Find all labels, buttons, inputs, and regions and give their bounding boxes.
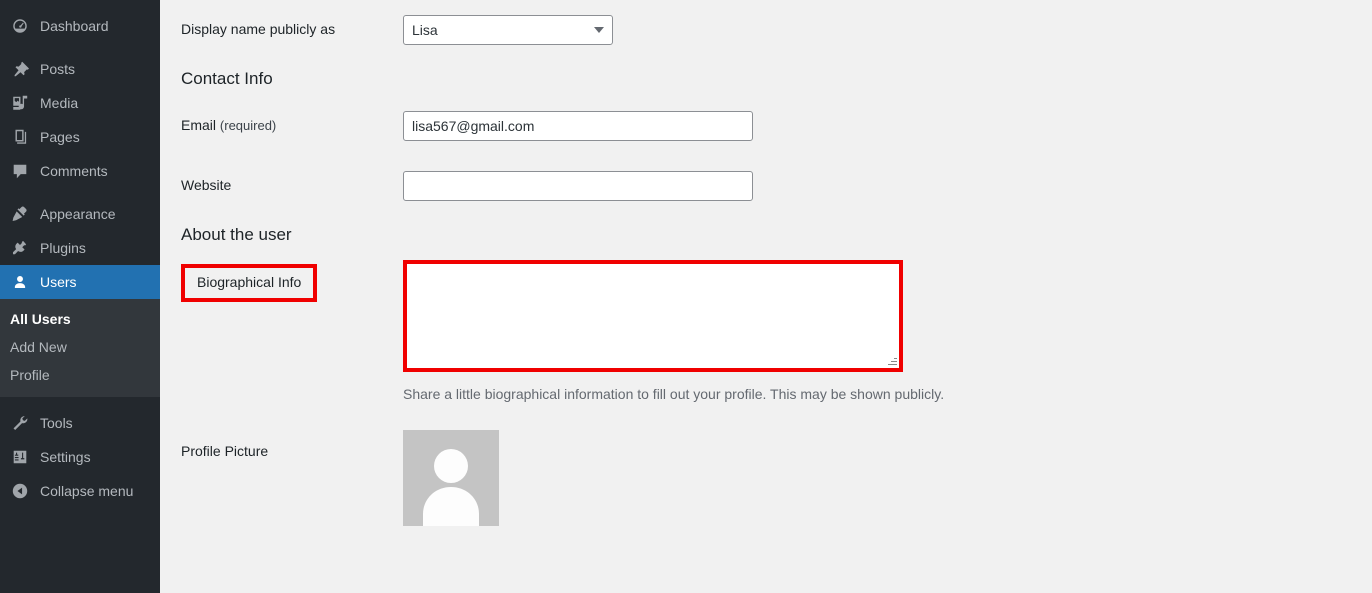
sidebar-item-label: Tools <box>40 415 73 431</box>
pages-icon <box>10 127 30 147</box>
sidebar-item-settings[interactable]: Settings <box>0 440 160 474</box>
website-field-cell <box>403 156 1372 216</box>
sidebar-item-label: Collapse menu <box>40 483 134 499</box>
display-name-select[interactable]: Lisa <box>403 15 613 45</box>
about-heading-spacer <box>403 216 1372 250</box>
biographical-info-label-cell: Biographical Info <box>181 250 403 420</box>
row-contact-info-heading: Contact Info <box>181 60 1372 96</box>
display-name-label: Display name publicly as <box>181 21 336 37</box>
sidebar-item-label: Comments <box>40 163 108 179</box>
avatar <box>403 430 499 527</box>
biographical-info-textarea-highlight <box>403 260 903 373</box>
sidebar-item-posts[interactable]: Posts <box>0 52 160 86</box>
about-heading-cell: About the user <box>181 216 403 250</box>
admin-sidebar: Dashboard Posts Media Pages Comments App… <box>0 0 168 593</box>
sidebar-item-label: Plugins <box>40 240 86 256</box>
users-icon <box>10 272 30 292</box>
contact-info-heading: Contact Info <box>181 69 273 88</box>
plugins-icon <box>10 238 30 258</box>
sidebar-item-plugins[interactable]: Plugins <box>0 231 160 265</box>
sidebar-item-label: Dashboard <box>40 18 109 34</box>
sidebar-item-label: Pages <box>40 129 80 145</box>
media-icon <box>10 93 30 113</box>
row-profile-picture: Profile Picture <box>181 420 1372 541</box>
default-avatar-icon <box>403 430 499 527</box>
tools-icon <box>10 413 30 433</box>
row-about-heading: About the user <box>181 216 1372 250</box>
sidebar-item-users[interactable]: Users <box>0 265 168 299</box>
comments-icon <box>10 161 30 181</box>
sidebar-gap-2 <box>0 188 160 197</box>
settings-icon <box>10 447 30 467</box>
submenu-item-add-new[interactable]: Add New <box>0 333 160 361</box>
profile-picture-label: Profile Picture <box>181 443 269 460</box>
sidebar-item-label: Users <box>40 274 77 290</box>
users-submenu: All Users Add New Profile <box>0 299 160 397</box>
dashboard-icon <box>10 16 30 36</box>
sidebar-item-dashboard[interactable]: Dashboard <box>0 9 160 43</box>
profile-form-table: Display name publicly as Lisa Contact In <box>181 0 1372 541</box>
display-name-field-cell: Lisa <box>403 0 1372 60</box>
website-input[interactable] <box>403 171 753 202</box>
contact-info-heading-cell: Contact Info <box>181 60 403 96</box>
submenu-item-all-users[interactable]: All Users <box>0 305 160 333</box>
sidebar-item-media[interactable]: Media <box>0 86 160 120</box>
sidebar-gap-1 <box>0 43 160 52</box>
email-required-note: (required) <box>219 118 277 134</box>
sidebar-item-appearance[interactable]: Appearance <box>0 197 160 231</box>
sidebar-item-label: Posts <box>40 61 76 77</box>
contact-info-heading-spacer <box>403 60 1372 96</box>
email-label: Email (required) <box>181 96 403 156</box>
sidebar-item-label: Settings <box>40 449 91 465</box>
sidebar-item-tools[interactable]: Tools <box>0 406 160 440</box>
submenu-item-profile[interactable]: Profile <box>0 361 160 389</box>
sidebar-item-comments[interactable]: Comments <box>0 154 160 188</box>
profile-picture-field-cell <box>403 420 1372 541</box>
row-display-name: Display name publicly as Lisa <box>181 0 1372 60</box>
biographical-info-field-cell: Share a little biographical information … <box>403 250 1372 420</box>
row-website: Website <box>181 156 1372 216</box>
sidebar-item-pages[interactable]: Pages <box>0 120 160 154</box>
website-label: Website <box>181 177 232 194</box>
row-biographical-info: Biographical Info Share a little biograp… <box>181 250 1372 420</box>
pin-icon <box>10 59 30 79</box>
sidebar-item-label: Media <box>40 95 79 111</box>
row-email: Email (required) <box>181 96 1372 156</box>
email-input[interactable] <box>403 111 753 142</box>
email-field-cell <box>403 96 1372 156</box>
current-menu-arrow-icon <box>160 274 168 290</box>
about-the-user-heading: About the user <box>181 225 292 245</box>
appearance-icon <box>10 204 30 224</box>
biographical-info-description: Share a little biographical information … <box>403 386 945 403</box>
wordpress-admin-screen: Dashboard Posts Media Pages Comments App… <box>0 0 1372 593</box>
sidebar-gap-3 <box>0 397 160 406</box>
profile-form-panel: Display name publicly as Lisa Contact In <box>160 0 1372 593</box>
display-name-select-wrap: Lisa <box>403 15 613 45</box>
collapse-icon <box>10 481 30 501</box>
sidebar-top-gap <box>0 0 160 9</box>
biographical-info-textarea[interactable] <box>407 264 899 369</box>
sidebar-item-label: Appearance <box>40 206 116 222</box>
email-label-text: Email <box>181 117 217 134</box>
sidebar-item-collapse-menu[interactable]: Collapse menu <box>0 474 160 508</box>
biographical-info-label: Biographical Info <box>181 264 318 302</box>
